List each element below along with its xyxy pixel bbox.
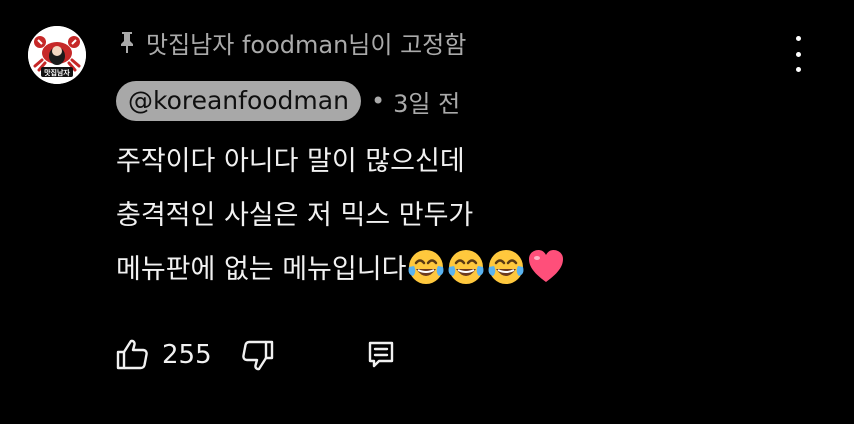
dislike-button[interactable]: [240, 337, 276, 373]
author-handle-chip[interactable]: @koreanfoodman: [116, 81, 361, 121]
pinned-text: 맛집남자 foodman님이 고정함: [146, 30, 467, 59]
pin-icon: [118, 30, 136, 54]
pinned-indicator: 맛집남자 foodman님이 고정함: [118, 24, 466, 60]
comment-body: 주작이다 아니다 말이 많으신데 충격적인 사실은 저 믹스 만두가 메뉴판에 …: [116, 135, 816, 297]
thumb-down-icon: [241, 340, 273, 371]
channel-avatar[interactable]: 맛집남자: [28, 26, 86, 84]
like-button[interactable]: [114, 337, 150, 373]
tears-of-joy-emoji-icon: [486, 247, 526, 287]
thumb-up-icon: [116, 339, 148, 370]
comment-line-3-wrapper: 메뉴판에 없는 메뉴입니다: [116, 243, 816, 297]
more-options-button[interactable]: [784, 36, 812, 72]
more-vert-icon: [795, 36, 801, 41]
comment-timestamp[interactable]: 3일 전: [393, 84, 460, 119]
reply-icon: [368, 341, 393, 368]
comment-line-2: 충격적인 사실은 저 믹스 만두가: [116, 200, 474, 231]
tears-of-joy-emoji-icon: [446, 247, 486, 287]
reply-button[interactable]: [366, 339, 396, 371]
comment-line-1: 주작이다 아니다 말이 많으신데: [116, 146, 465, 177]
like-count: 255: [162, 340, 212, 370]
comment-header: @koreanfoodman • 3일 전: [116, 81, 460, 121]
comment-actions: 255: [114, 334, 396, 376]
avatar-label: 맛집남자: [44, 68, 70, 77]
comment-line-3: 메뉴판에 없는 메뉴입니다: [116, 254, 407, 285]
meta-separator: •: [370, 87, 386, 115]
red-heart-emoji-icon: [526, 247, 566, 287]
crab-logo-icon: 맛집남자: [28, 26, 86, 84]
tears-of-joy-emoji-icon: [406, 247, 446, 287]
